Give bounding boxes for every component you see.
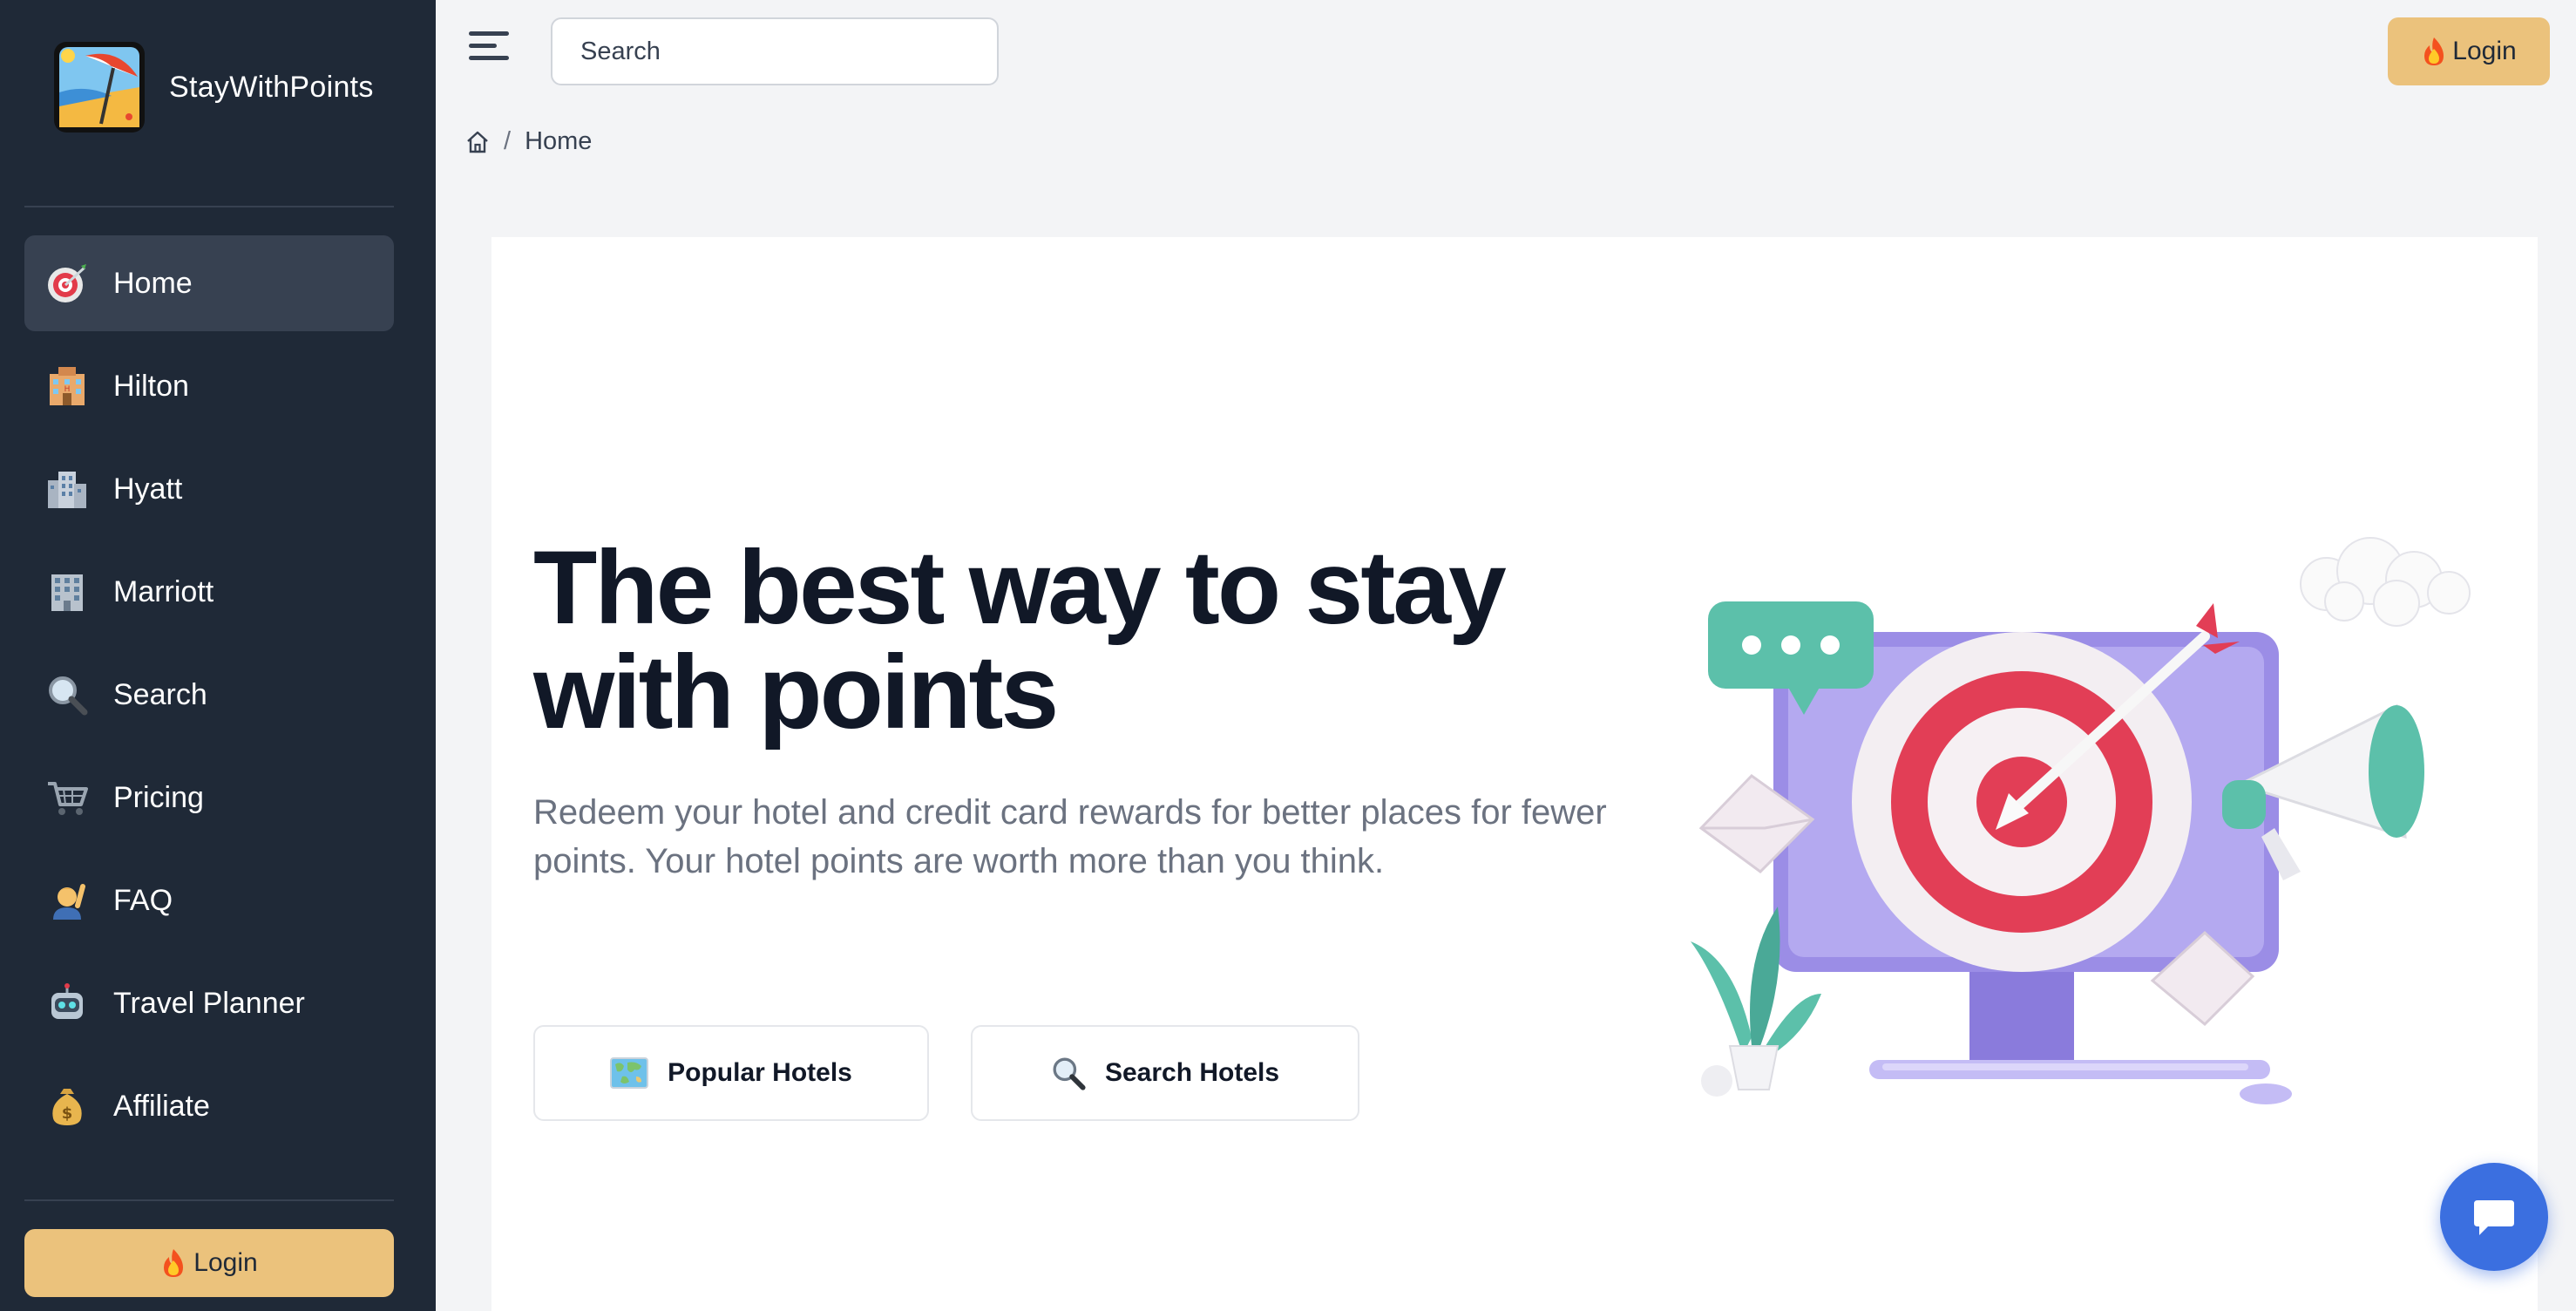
svg-text:$: $ <box>62 1104 73 1123</box>
hamburger-line <box>469 31 509 36</box>
search-hotels-button[interactable]: Search Hotels <box>971 1025 1359 1121</box>
svg-text:H: H <box>64 385 71 394</box>
sidebar: StayWithPoints Home H Hilton Hyatt Marri… <box>0 0 436 1311</box>
breadcrumb-separator: / <box>504 127 512 155</box>
target-icon <box>45 262 89 305</box>
breadcrumb: / Home <box>465 127 592 156</box>
sidebar-item-label: Search <box>113 677 207 711</box>
world-map-icon <box>610 1057 649 1089</box>
sidebar-divider-bottom <box>24 1199 394 1201</box>
sidebar-login-label: Login <box>193 1248 258 1277</box>
robot-icon <box>45 982 89 1025</box>
beach-umbrella-icon <box>54 42 145 132</box>
sidebar-item-search[interactable]: Search <box>24 647 394 743</box>
home-icon[interactable] <box>465 130 490 154</box>
search-input[interactable] <box>551 17 999 85</box>
menu-toggle-button[interactable] <box>469 31 509 66</box>
fire-icon <box>164 1249 184 1277</box>
sidebar-item-label: Home <box>113 266 193 300</box>
sidebar-login-button[interactable]: Login <box>24 1229 394 1297</box>
sidebar-item-travel-planner[interactable]: Travel Planner <box>24 955 394 1051</box>
building-icon <box>45 467 89 511</box>
sidebar-item-hyatt[interactable]: Hyatt <box>24 441 394 537</box>
header-login-label: Login <box>2452 37 2517 65</box>
hero-subtitle: Redeem your hotel and credit card reward… <box>533 793 1607 880</box>
target-monitor-illustration <box>1691 537 2471 1104</box>
sidebar-item-faq[interactable]: FAQ <box>24 852 394 948</box>
sidebar-item-label: Travel Planner <box>113 986 305 1020</box>
breadcrumb-current: Home <box>525 127 593 155</box>
cloud-icon <box>2300 537 2471 627</box>
popular-hotels-button[interactable]: Popular Hotels <box>533 1025 929 1121</box>
hotel-icon: H <box>45 364 89 408</box>
sidebar-item-home[interactable]: Home <box>24 235 394 331</box>
magnifier-icon <box>45 673 89 717</box>
sidebar-divider-top <box>24 206 394 207</box>
person-raising-hand-icon <box>45 879 89 922</box>
sidebar-item-label: Hilton <box>113 369 189 403</box>
sidebar-item-affiliate[interactable]: $ Affiliate <box>24 1058 394 1154</box>
sidebar-item-marriott[interactable]: Marriott <box>24 544 394 640</box>
hamburger-line <box>469 44 498 48</box>
header-login-button[interactable]: Login <box>2388 17 2550 85</box>
sidebar-item-label: Marriott <box>113 574 214 608</box>
chat-icon <box>2474 1200 2514 1235</box>
hero-title: The best way to stay with points <box>533 529 1507 751</box>
magnifier-icon <box>1053 1057 1086 1090</box>
sidebar-nav: Home H Hilton Hyatt Marriott Search Pric… <box>24 235 394 1161</box>
brand-name: StayWithPoints <box>169 70 374 104</box>
search-hotels-label: Search Hotels <box>1104 1058 1280 1087</box>
office-building-icon <box>45 570 89 614</box>
sidebar-item-label: Pricing <box>113 780 204 814</box>
sidebar-item-label: Hyatt <box>113 472 183 506</box>
brand[interactable]: StayWithPoints <box>51 38 374 136</box>
money-bag-icon: $ <box>45 1084 89 1128</box>
sidebar-item-pricing[interactable]: Pricing <box>24 750 394 846</box>
chat-button[interactable] <box>2440 1163 2548 1271</box>
sidebar-item-label: FAQ <box>113 883 173 917</box>
shopping-cart-icon <box>45 776 89 819</box>
sidebar-item-hilton[interactable]: H Hilton <box>24 338 394 434</box>
hamburger-line <box>469 56 509 60</box>
sidebar-item-label: Affiliate <box>113 1089 210 1123</box>
popular-hotels-label: Popular Hotels <box>668 1058 852 1087</box>
fire-icon <box>2424 37 2444 65</box>
